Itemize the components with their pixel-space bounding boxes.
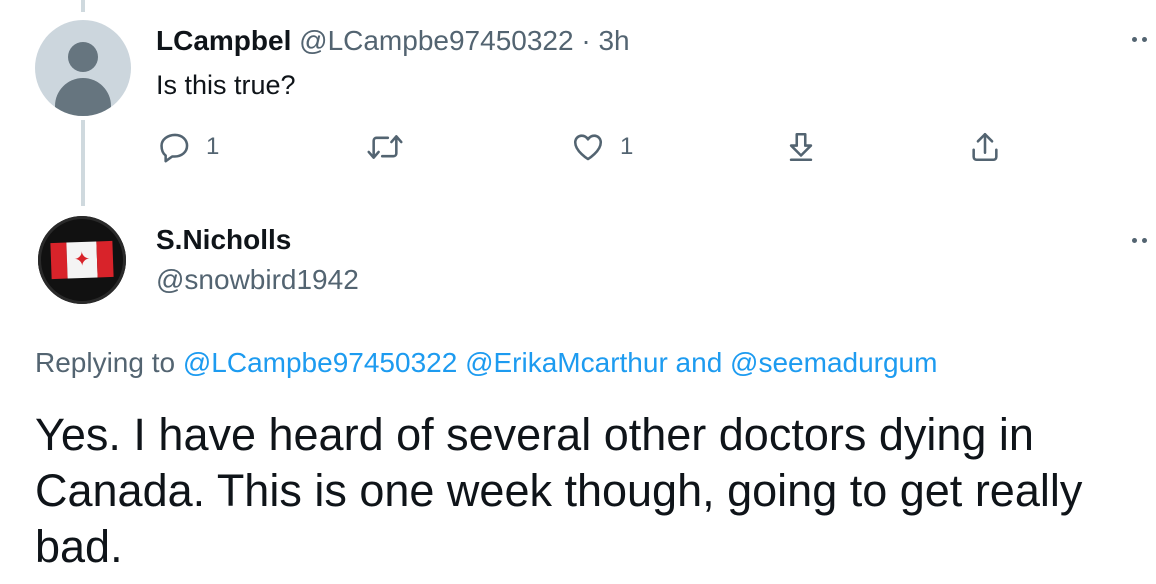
reply-icon	[160, 133, 189, 163]
maple-leaf-icon: ✦	[66, 241, 98, 279]
like-icon	[573, 134, 603, 161]
share-icon	[789, 132, 813, 162]
default-avatar-icon[interactable]	[35, 20, 131, 116]
upload-icon	[972, 132, 998, 162]
retweet-icon	[367, 135, 403, 159]
user-handle[interactable]: @snowbird1942	[156, 262, 359, 298]
canada-flag-avatar[interactable]: ✦	[38, 216, 126, 304]
replying-to: Replying to @LCampbe97450322 @ErikaMcart…	[35, 345, 937, 381]
more-dot	[1142, 238, 1147, 243]
like-count: 1	[620, 133, 634, 160]
tweet-text: Is this true?	[156, 70, 296, 100]
display-name[interactable]: LCampbel	[156, 25, 291, 56]
mention-link[interactable]: @ErikaMcarthur	[465, 347, 668, 378]
upload-button[interactable]	[968, 130, 1002, 164]
reply-count: 1	[206, 133, 220, 160]
replying-and[interactable]: and	[676, 347, 723, 378]
thread-line-top	[81, 0, 85, 12]
more-dot	[1142, 37, 1147, 42]
display-name[interactable]: S.Nicholls	[156, 222, 291, 258]
more-dot	[1132, 238, 1137, 243]
header-separator: ·	[581, 25, 591, 56]
mention-link[interactable]: @LCampbe97450322	[183, 347, 457, 378]
canada-flag-icon: ✦	[50, 240, 114, 280]
tweet-text: Yes. I have heard of several other docto…	[35, 409, 1083, 572]
retweet-button[interactable]	[365, 130, 419, 164]
user-handle[interactable]: @LCampbe97450322	[299, 25, 573, 56]
share-button[interactable]	[784, 130, 818, 164]
flag-band-left	[50, 242, 68, 280]
replying-prefix: Replying to	[35, 347, 176, 378]
more-icon[interactable]	[1132, 238, 1147, 243]
flag-band-right	[96, 240, 114, 278]
tweet-timestamp[interactable]: 3h	[598, 25, 629, 56]
thread-line	[81, 120, 85, 206]
more-dot	[1132, 37, 1137, 42]
like-button[interactable]: 1	[570, 130, 633, 164]
reply-button[interactable]: 1	[158, 130, 219, 164]
mention-link[interactable]: @seemadurgum	[730, 347, 937, 378]
tweet-header: LCampbel @LCampbe97450322 · 3h	[156, 24, 630, 58]
more-icon[interactable]	[1132, 37, 1147, 42]
avatar-body	[55, 78, 111, 116]
avatar-head	[68, 42, 98, 72]
